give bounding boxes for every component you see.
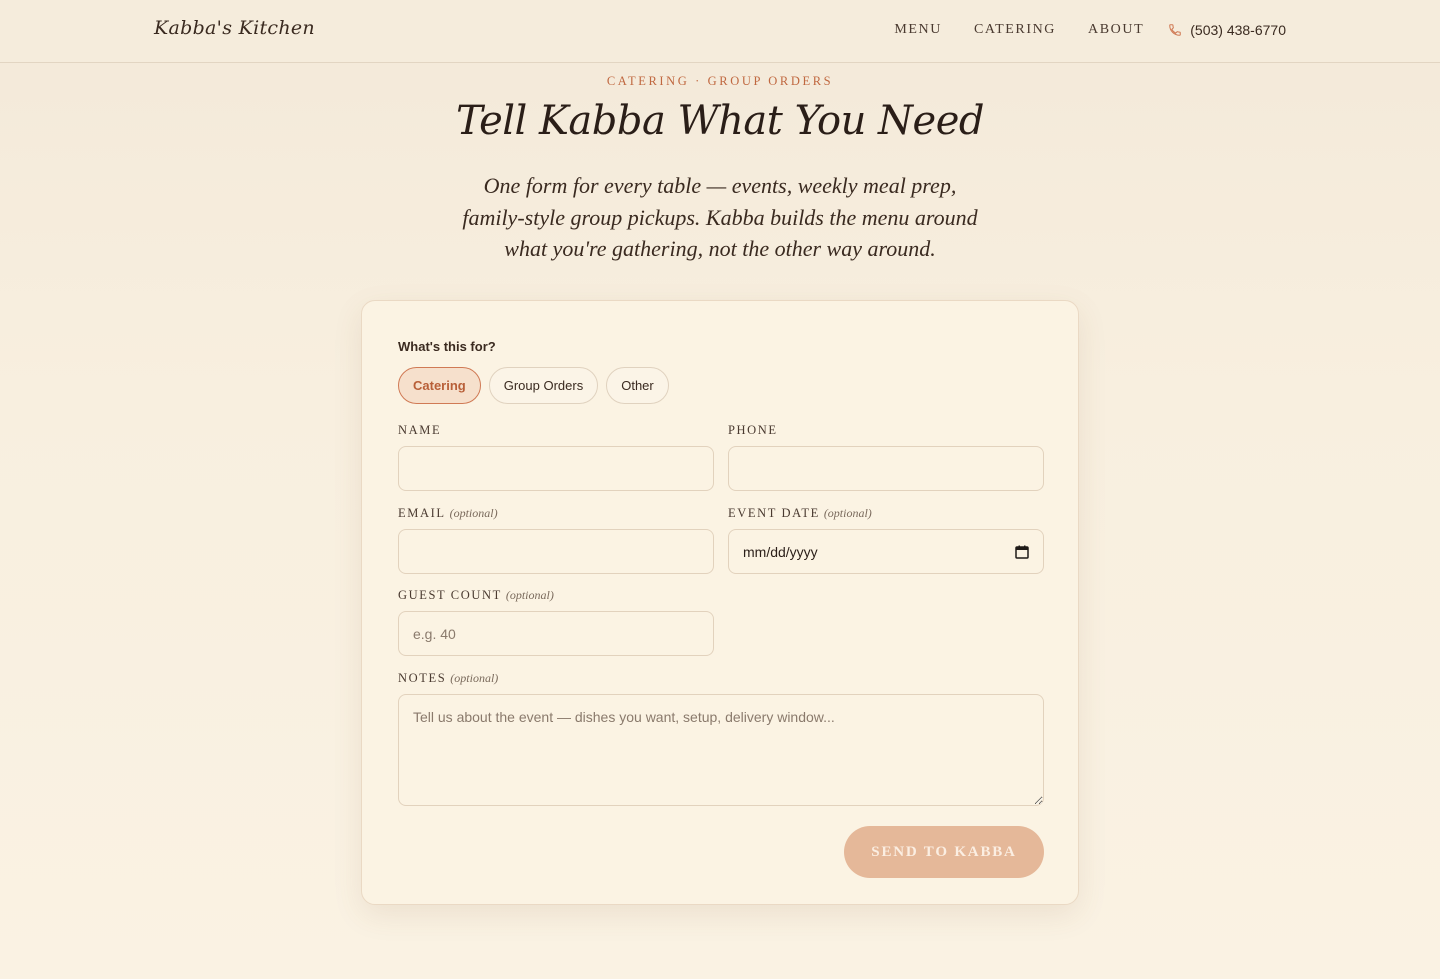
- notes-label-text: NOTES: [398, 671, 447, 685]
- name-field[interactable]: [398, 446, 714, 491]
- event-date-label: EVENT DATE (optional): [728, 506, 872, 521]
- page-title: Tell Kabba What You Need: [456, 98, 985, 144]
- event-date-value: mm/dd/yyyy: [743, 543, 818, 560]
- option-catering[interactable]: Catering: [398, 367, 481, 404]
- name-label-text: NAME: [398, 423, 442, 437]
- notes-label: NOTES (optional): [398, 671, 498, 686]
- nav-menu[interactable]: MENU: [894, 22, 942, 38]
- page-subtitle: One form for every table — events, weekl…: [462, 173, 978, 261]
- event-date-optional-tag: (optional): [823, 506, 872, 520]
- purpose-question: What's this for?: [398, 339, 496, 354]
- phone-label-text: PHONE: [728, 423, 778, 437]
- email-optional-tag: (optional): [449, 506, 498, 520]
- email-label: EMAIL (optional): [398, 506, 498, 521]
- eyebrow-text: CATERING · GROUP ORDERS: [606, 74, 834, 88]
- event-date-field[interactable]: mm/dd/yyyy: [728, 529, 1044, 574]
- notes-optional-tag: (optional): [450, 671, 499, 685]
- logo[interactable]: Kabba's Kitchen: [154, 17, 315, 39]
- nav-about[interactable]: ABOUT: [1088, 22, 1144, 38]
- order-form-card: What's this for? Catering Group Orders O…: [361, 300, 1079, 905]
- phone-field[interactable]: [728, 446, 1044, 491]
- main-nav: MENU CATERING ABOUT (503) 438-6770: [862, 22, 1286, 38]
- send-button[interactable]: SEND TO KABBA: [844, 826, 1044, 878]
- phone-icon: [1169, 24, 1182, 36]
- phone-label: PHONE: [728, 423, 778, 438]
- guest-count-optional-tag: (optional): [505, 588, 554, 602]
- event-date-label-text: EVENT DATE: [728, 506, 820, 520]
- phone-number: (503) 438-6770: [1190, 22, 1286, 38]
- guest-count-label-text: GUEST COUNT: [398, 588, 502, 602]
- name-label: NAME: [398, 423, 441, 438]
- nav-catering[interactable]: CATERING: [974, 22, 1056, 38]
- notes-field[interactable]: [398, 694, 1044, 806]
- phone-link[interactable]: (503) 438-6770: [1168, 22, 1286, 38]
- option-other[interactable]: Other: [606, 367, 669, 404]
- option-group-orders[interactable]: Group Orders: [488, 367, 599, 404]
- guest-count-label: GUEST COUNT (optional): [398, 588, 554, 603]
- site-header: Kabba's Kitchen MENU CATERING ABOUT (503…: [0, 0, 1440, 63]
- purpose-options: Catering Group Orders Other: [398, 367, 677, 404]
- email-label-text: EMAIL: [398, 506, 446, 520]
- guest-count-field[interactable]: [398, 611, 714, 656]
- calendar-icon[interactable]: [1015, 545, 1029, 559]
- email-field[interactable]: [398, 529, 714, 574]
